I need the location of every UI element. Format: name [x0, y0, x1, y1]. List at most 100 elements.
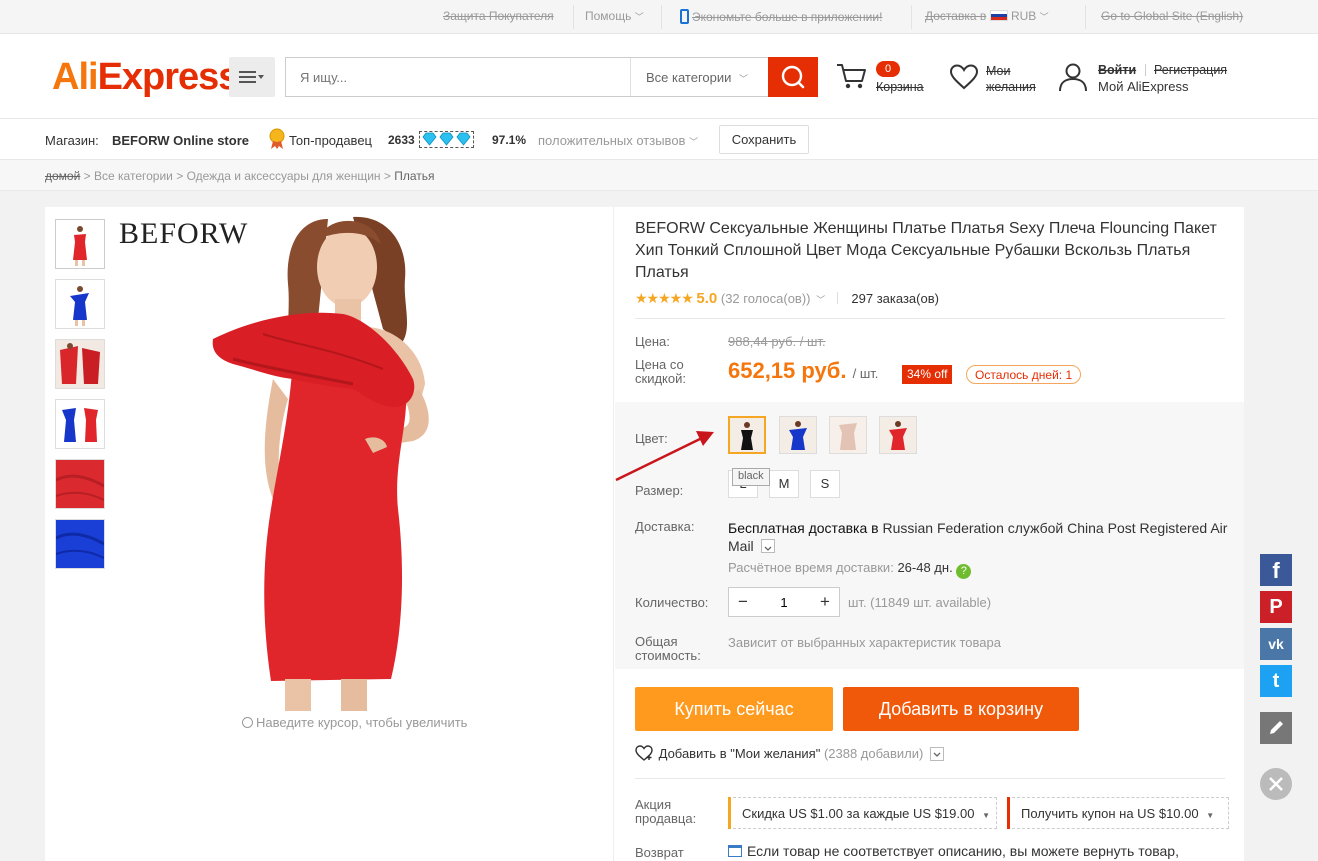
global-site-link[interactable]: Go to Global Site (English)	[1101, 9, 1243, 23]
heart-plus-icon	[635, 745, 653, 761]
twitter-share-button[interactable]: t	[1260, 665, 1292, 697]
color-swatch-blue[interactable]	[779, 416, 817, 454]
cart-link[interactable]	[835, 60, 869, 95]
chevron-down-icon: ﹀	[739, 74, 749, 84]
store-name-link[interactable]: BEFORW Online store	[112, 133, 249, 148]
cart-icon	[837, 64, 866, 89]
color-swatch-black[interactable]	[728, 416, 766, 454]
help-label: Помощь	[585, 9, 632, 23]
discount-label-line-2: скидкой:	[635, 371, 686, 386]
thumbnail-red-dress[interactable]	[55, 219, 105, 269]
promo-label-line-1: Акция	[635, 797, 672, 812]
store-label: Магазин:	[45, 133, 99, 148]
discount-price-label: Цена со скидкой:	[635, 358, 686, 386]
wishlist-dropdown-button[interactable]	[929, 746, 944, 761]
category-menu-button[interactable]	[229, 57, 275, 97]
breadcrumb: домой > Все категории > Одежда и аксессу…	[45, 169, 435, 183]
price-unit: / шт.	[852, 366, 879, 381]
wishlist-link[interactable]	[949, 64, 979, 93]
category-dropdown[interactable]: Все категории ﹀	[630, 58, 769, 96]
total-label-line-1: Общая	[635, 634, 678, 649]
facebook-share-button[interactable]: f	[1260, 554, 1292, 586]
promo-coupon-text: Получить купон на US $10.00	[1021, 806, 1199, 821]
currency-label: RUB	[1010, 9, 1037, 23]
quantity-input[interactable]	[757, 588, 811, 616]
annotation-arrow	[615, 431, 714, 482]
color-tooltip: black	[732, 468, 770, 486]
delivery-time-label: Расчётное время доставки:	[728, 560, 894, 575]
divider	[836, 292, 838, 304]
days-left-badge: Осталось дней: 1	[966, 365, 1082, 384]
chevron-down-icon	[764, 546, 772, 552]
save-store-button[interactable]: Сохранить	[719, 125, 809, 154]
shipping-dropdown-button[interactable]	[760, 539, 775, 554]
thumbnail-red-dress-detail[interactable]	[55, 339, 105, 389]
caret-down-icon: ▼	[982, 811, 991, 820]
discount-label-line-1: Цена со	[635, 357, 684, 372]
breadcrumb-all-categories[interactable]: Все категории	[94, 169, 173, 183]
wishlist-label[interactable]: Мои желания	[986, 63, 1036, 95]
login-link[interactable]: Войти	[1098, 62, 1136, 78]
main-product-image[interactable]: BEFORW	[113, 209, 603, 711]
phone-icon	[680, 9, 689, 24]
thumbnail-two-dresses[interactable]	[55, 399, 105, 449]
pencil-icon	[1270, 721, 1283, 734]
help-icon[interactable]: ?	[956, 564, 972, 579]
color-swatch-red[interactable]	[879, 416, 917, 454]
store-bar: Магазин: BEFORW Online store Топ-продаве…	[0, 119, 1318, 160]
return-policy: Если товар не соответствует описанию, вы…	[728, 843, 1179, 859]
add-to-wishlist-link[interactable]: Добавить в "Мои желания" (2388 добавили)	[635, 745, 944, 762]
edit-feedback-button[interactable]	[1260, 712, 1292, 744]
wishlist-line-1: Мои	[986, 64, 1011, 78]
wishlist-text: Добавить в "Мои желания"	[658, 746, 821, 761]
size-option-m[interactable]: M	[769, 470, 799, 498]
old-price: 988,44 руб. / шт.	[728, 334, 826, 349]
quantity-label: Количество:	[635, 595, 709, 610]
cart-count-badge: 0	[876, 61, 900, 77]
thumbnail-blue-dress[interactable]	[55, 279, 105, 329]
positive-feedback-dropdown[interactable]: положительных отзывов ﹀	[538, 133, 698, 148]
thumbnail-red-fabric[interactable]	[55, 459, 105, 509]
size-label: Размер:	[635, 483, 684, 498]
add-to-cart-button[interactable]: Добавить в корзину	[843, 687, 1079, 731]
app-link[interactable]: Экономьте больше в приложении!	[680, 9, 882, 24]
pinterest-share-button[interactable]: P	[1260, 591, 1292, 623]
chevron-down-icon: ﹀	[634, 12, 644, 22]
color-swatch-beige[interactable]	[829, 416, 867, 454]
vk-share-button[interactable]: vk	[1260, 628, 1292, 660]
close-sidebar-button[interactable]	[1260, 768, 1292, 800]
seller-score: 2633	[388, 133, 415, 147]
total-price-value: Зависит от выбранных характеристик товар…	[728, 635, 1001, 650]
register-link[interactable]: Регистрация	[1154, 62, 1227, 78]
magnifier-icon	[242, 717, 253, 728]
category-dropdown-label: Все категории	[646, 70, 732, 85]
buy-now-button[interactable]: Купить сейчас	[635, 687, 833, 731]
breadcrumb-women-clothing[interactable]: Одежда и аксессуары для женщин	[187, 169, 381, 183]
size-option-s[interactable]: S	[810, 470, 840, 498]
aliexpress-logo[interactable]: AliExpressTM	[52, 56, 249, 99]
rating-votes-link[interactable]: (32 голоса(ов))	[721, 291, 811, 306]
thumbnail-blue-fabric[interactable]	[55, 519, 105, 569]
quantity-decrease-button[interactable]: −	[729, 588, 757, 616]
delivery-currency-selector[interactable]: Доставка в RUB ﹀	[925, 9, 1049, 23]
promo-discount-dropdown[interactable]: Скидка US $1.00 за каждые US $19.00 ▼	[728, 797, 997, 829]
my-aliexpress-link[interactable]: Мой AliExpress	[1098, 79, 1189, 95]
promo-coupon-dropdown[interactable]: Получить купон на US $10.00 ▼	[1007, 797, 1229, 829]
breadcrumb-home[interactable]: домой	[45, 169, 80, 183]
search-button[interactable]	[768, 57, 818, 97]
rating-row: ★★★★★ 5.0 (32 голоса(ов)) ﹀ 297 заказа(о…	[635, 290, 939, 307]
cart-label[interactable]: Корзина	[876, 79, 924, 95]
buyer-protection-link[interactable]: Защита Покупателя	[443, 9, 554, 23]
chevron-down-icon: ﹀	[1039, 12, 1049, 22]
positive-feedback-percent: 97.1%	[492, 133, 527, 147]
rating-score: 5.0	[696, 290, 718, 307]
search-input[interactable]	[286, 58, 630, 96]
quantity-increase-button[interactable]: +	[811, 588, 839, 616]
seller-promo-label: Акция продавца:	[635, 798, 696, 826]
diamond-rating-icon[interactable]	[419, 131, 474, 148]
zoom-hint: Наведите курсор, чтобы увеличить	[242, 715, 467, 730]
divider	[1085, 5, 1086, 29]
logo-ali: Ali	[52, 56, 99, 98]
breadcrumb-bar: домой > Все категории > Одежда и аксессу…	[0, 160, 1318, 191]
help-menu[interactable]: Помощь ﹀	[585, 9, 644, 23]
